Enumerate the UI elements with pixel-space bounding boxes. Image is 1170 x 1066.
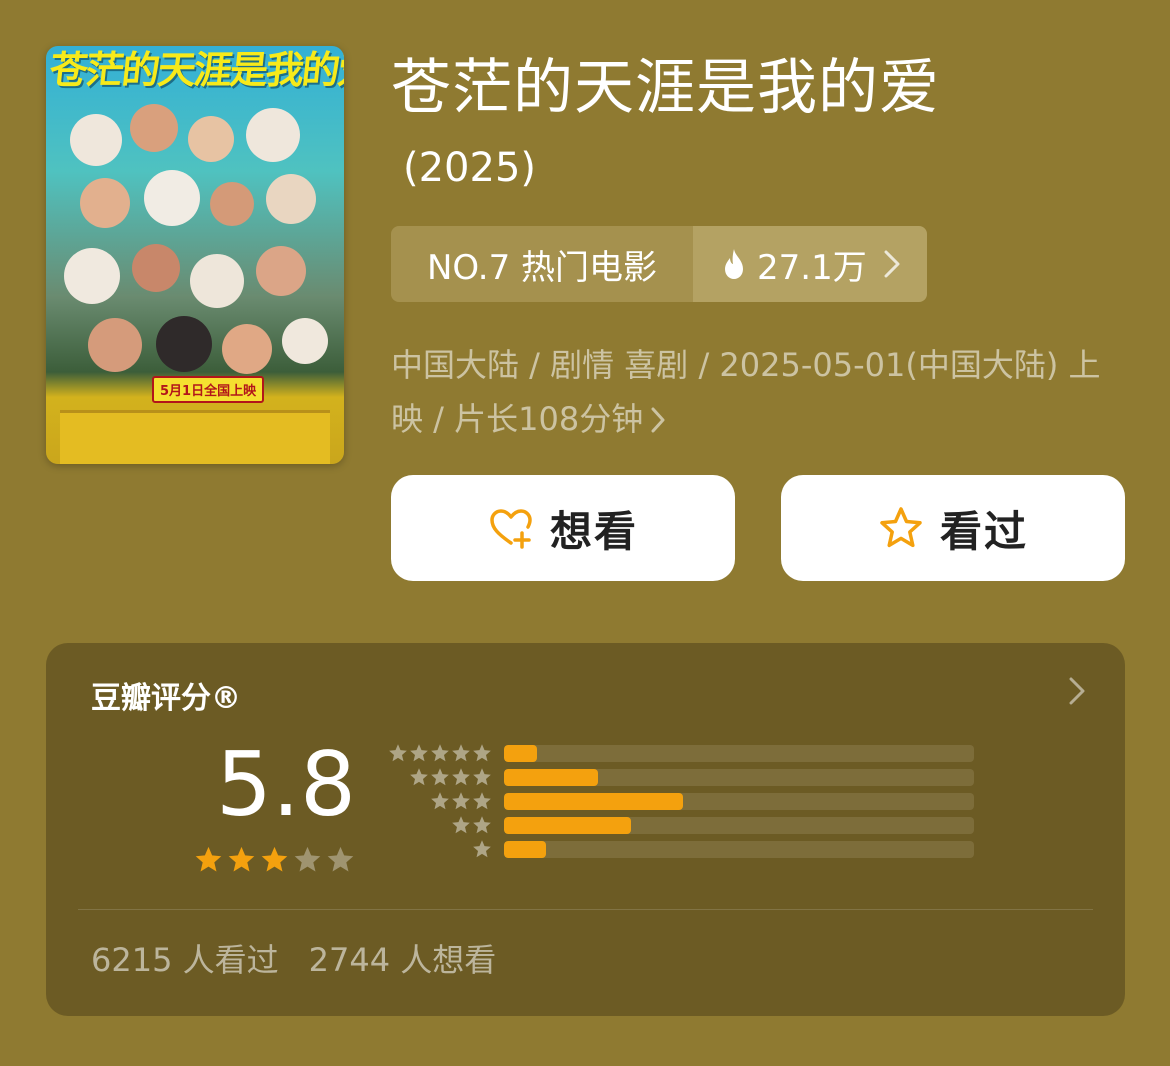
distribution-bar-fill [504,817,631,834]
distribution-bar-track [504,769,974,786]
small-star-icon [473,768,491,786]
row-stars [384,837,492,861]
small-star-icon [431,744,449,762]
chevron-right-icon [884,250,900,278]
distribution-bar-fill [504,793,683,810]
star-filled-icon [261,846,288,872]
rank-label: NO.7 热门电影 [391,226,693,302]
chevron-right-icon [651,407,665,433]
want-count[interactable]: 2744 人想看 [309,941,497,979]
small-star-icon [410,744,428,762]
distribution-bar-track [504,841,974,858]
small-star-icon [473,792,491,810]
distribution-bar-fill [504,745,537,762]
flame-icon [725,249,743,279]
star-filled-icon [228,846,255,872]
distribution-bar-track [504,793,974,810]
poster-title-art: 苍茫的天涯是我的爱 [47,47,344,92]
row-stars [384,813,492,837]
row-stars [384,789,492,813]
movie-title: 苍茫的天涯是我的爱 [391,53,940,123]
douban-rating-card[interactable]: 豆瓣评分® 5.8 6215 人看过 2744 人想看 [46,643,1125,1016]
meta-text: 中国大陆 / 剧情 喜剧 / 2025-05-01(中国大陆) 上映 / 片长1… [391,346,1101,438]
small-star-icon [452,744,470,762]
distribution-bar-track [504,817,974,834]
seen-count[interactable]: 6215 人看过 [91,941,279,979]
watched-button[interactable]: 看过 [781,475,1125,581]
star-outline-icon [880,507,922,548]
want-label: 想看 [549,506,638,556]
movie-meta-info[interactable]: 中国大陆 / 剧情 喜剧 / 2025-05-01(中国大陆) 上映 / 片长1… [391,338,1121,446]
small-star-icon [410,768,428,786]
poster-truck-art [60,410,330,464]
small-star-icon [431,768,449,786]
distribution-bar-fill [504,769,598,786]
small-star-icon [452,816,470,834]
heat-indicator[interactable]: 27.1万 [693,226,927,302]
small-star-icon [389,744,407,762]
hot-rank-box[interactable]: NO.7 热门电影 27.1万 [391,226,927,302]
heart-plus-icon [490,509,532,549]
movie-year: (2025) [403,145,537,191]
star-filled-icon [195,846,222,872]
heat-value: 27.1万 [757,247,867,288]
small-star-icon [473,816,491,834]
poster-crowd-art [60,104,330,404]
seen-label: 看过 [939,506,1028,556]
poster-release-banner: 5月1日全国上映 [152,376,265,403]
rating-score: 5.8 [216,733,356,836]
small-star-icon [452,792,470,810]
divider [78,909,1093,910]
want-to-watch-button[interactable]: 想看 [391,475,735,581]
small-star-icon [452,768,470,786]
chevron-right-icon[interactable] [1069,677,1085,705]
row-stars [384,765,492,789]
movie-poster[interactable]: 苍茫的天涯是我的爱 5月1日全国上映 [46,46,344,464]
rating-title: 豆瓣评分® [91,681,241,716]
star-empty-icon [327,846,354,872]
small-star-icon [473,744,491,762]
star-empty-icon [294,846,321,872]
distribution-bar-fill [504,841,547,858]
small-star-icon [473,840,491,858]
row-stars [384,741,492,765]
audience-counts: 6215 人看过 2744 人想看 [91,935,496,981]
rating-stars [194,845,355,874]
small-star-icon [431,792,449,810]
distribution-bar-track [504,745,974,762]
